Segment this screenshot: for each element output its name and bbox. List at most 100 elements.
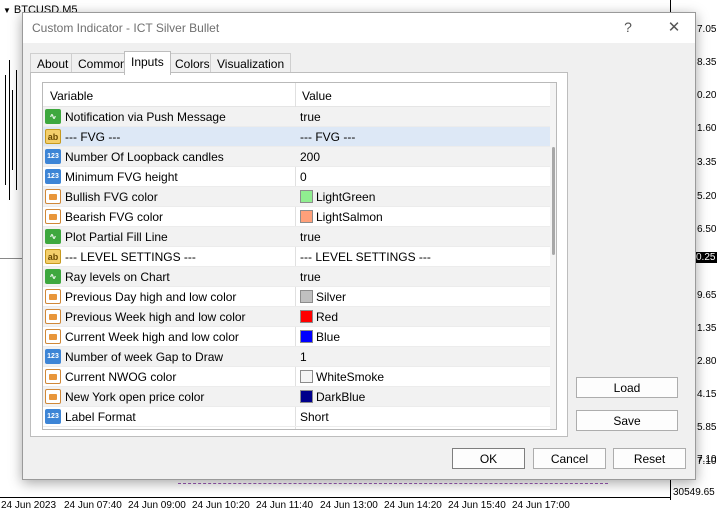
time-axis (0, 497, 670, 498)
variable-value[interactable]: LightGreen (316, 190, 375, 204)
variable-name: Label Format (65, 410, 136, 424)
variable-value[interactable]: true (300, 230, 321, 244)
tab-inputs[interactable]: Inputs (124, 51, 171, 75)
column-header-variable[interactable]: Variable (50, 89, 93, 103)
color-swatch[interactable] (300, 370, 313, 383)
variable-value[interactable]: Red (316, 310, 338, 324)
variable-name: Current Week high and low color (65, 330, 239, 344)
variable-value[interactable]: Short (300, 410, 329, 424)
color-type-icon (45, 189, 61, 204)
variable-value[interactable]: LightSalmon (316, 210, 383, 224)
ok-button[interactable]: OK (452, 448, 525, 469)
price-label: 2.80 (697, 356, 717, 367)
variable-name: Bearish FVG color (65, 210, 164, 224)
table-row[interactable]: 123 Number of week Gap to Draw 1 (43, 347, 550, 367)
color-swatch[interactable] (300, 190, 313, 203)
color-type-icon (45, 289, 61, 304)
variable-name: Ray levels on Chart (65, 270, 170, 284)
inputs-panel: Variable Value ∿ Notification via Push Me… (30, 72, 568, 437)
color-swatch[interactable] (300, 330, 313, 343)
variable-name: Previous Day high and low color (65, 290, 237, 304)
price-label: 9.65 (697, 290, 717, 301)
boolean-type-icon: ∿ (45, 229, 61, 244)
price-label: 4.15 (697, 389, 717, 400)
color-type-icon (45, 369, 61, 384)
price-label: 6.50 (697, 224, 717, 235)
variable-name: --- LEVEL SETTINGS --- (65, 250, 196, 264)
price-label: 0.20 (697, 90, 717, 101)
variable-value[interactable]: --- FVG --- (300, 130, 355, 144)
candle (12, 90, 13, 170)
table-row[interactable]: Bearish FVG color LightSalmon (43, 207, 550, 227)
candle (9, 60, 10, 200)
cancel-button[interactable]: Cancel (533, 448, 606, 469)
variable-value[interactable]: Silver (316, 290, 346, 304)
table-row[interactable]: 123 Label Format Short (43, 407, 550, 427)
time-label: 24 Jun 17:00 (512, 500, 570, 511)
grid-header: Variable Value (43, 83, 550, 107)
variable-value[interactable]: Blue (316, 330, 340, 344)
tab-about[interactable]: About (30, 53, 76, 73)
load-button[interactable]: Load (576, 377, 678, 398)
table-row[interactable]: 123 Number Of Loopback candles 200 (43, 147, 550, 167)
color-type-icon (45, 309, 61, 324)
integer-type-icon: 123 (45, 169, 61, 184)
integer-type-icon: 123 (45, 149, 61, 164)
help-icon[interactable]: ? (621, 19, 635, 35)
variable-value[interactable]: 200 (300, 150, 320, 164)
color-type-icon (45, 389, 61, 404)
close-icon[interactable]: ✕ (665, 18, 683, 36)
time-label: 24 Jun 11:40 (256, 500, 314, 511)
variable-name: Bullish FVG color (65, 190, 158, 204)
grid-rows: ∿ Notification via Push Message true ab --- … (43, 107, 550, 427)
indicator-dialog: Custom Indicator - ICT Silver Bullet ? ✕… (22, 12, 696, 480)
reset-button[interactable]: Reset (613, 448, 686, 469)
time-label: 24 Jun 14:20 (384, 500, 442, 511)
table-row[interactable]: ab --- FVG --- --- FVG --- (43, 127, 550, 147)
candle (16, 70, 17, 190)
variable-value[interactable]: 1 (300, 350, 307, 364)
table-row[interactable]: Previous Week high and low color Red (43, 307, 550, 327)
dialog-titlebar[interactable]: Custom Indicator - ICT Silver Bullet ? ✕ (23, 13, 695, 43)
color-swatch[interactable] (300, 210, 313, 223)
time-label: 24 Jun 09:00 (128, 500, 186, 511)
color-swatch[interactable] (300, 310, 313, 323)
integer-type-icon: 123 (45, 349, 61, 364)
table-row[interactable]: ∿ Ray levels on Chart true (43, 267, 550, 287)
table-row[interactable]: New York open price color DarkBlue (43, 387, 550, 407)
variable-name: Minimum FVG height (65, 170, 178, 184)
variable-value[interactable]: true (300, 270, 321, 284)
integer-type-icon: 123 (45, 409, 61, 424)
table-row[interactable]: ∿ Notification via Push Message true (43, 107, 550, 127)
color-swatch[interactable] (300, 290, 313, 303)
variable-value[interactable]: 0 (300, 170, 307, 184)
table-row[interactable]: ∿ Plot Partial Fill Line true (43, 227, 550, 247)
string-type-icon: ab (45, 249, 61, 264)
tab-visualization[interactable]: Visualization (210, 53, 292, 73)
color-swatch[interactable] (300, 390, 313, 403)
table-row[interactable]: Previous Day high and low color Silver (43, 287, 550, 307)
current-price-label: 0.25 (694, 252, 718, 263)
save-button[interactable]: Save (576, 410, 678, 431)
table-row[interactable]: ab --- LEVEL SETTINGS --- --- LEVEL SETTIN… (43, 247, 550, 267)
scrollbar-thumb[interactable] (552, 147, 555, 255)
time-label: 24 Jun 10:20 (192, 500, 250, 511)
price-label: 5.85 (697, 422, 717, 433)
variable-name: --- FVG --- (65, 130, 121, 144)
inputs-grid: Variable Value ∿ Notification via Push Me… (42, 82, 557, 430)
table-row[interactable]: Bullish FVG color LightGreen (43, 187, 550, 207)
variable-value[interactable]: true (300, 110, 321, 124)
table-row[interactable]: Current Week high and low color Blue (43, 327, 550, 347)
color-type-icon (45, 209, 61, 224)
price-label: 7.05 (697, 24, 717, 35)
table-row[interactable]: 123 Minimum FVG height 0 (43, 167, 550, 187)
variable-value[interactable]: DarkBlue (316, 390, 365, 404)
price-label: 1.60 (697, 123, 717, 134)
vertical-scrollbar[interactable] (550, 83, 556, 429)
variable-value[interactable]: --- LEVEL SETTINGS --- (300, 250, 431, 264)
table-row[interactable]: Current NWOG color WhiteSmoke (43, 367, 550, 387)
color-type-icon (45, 329, 61, 344)
variable-value[interactable]: WhiteSmoke (316, 370, 384, 384)
variable-name: Previous Week high and low color (65, 310, 246, 324)
column-header-value[interactable]: Value (302, 89, 332, 103)
